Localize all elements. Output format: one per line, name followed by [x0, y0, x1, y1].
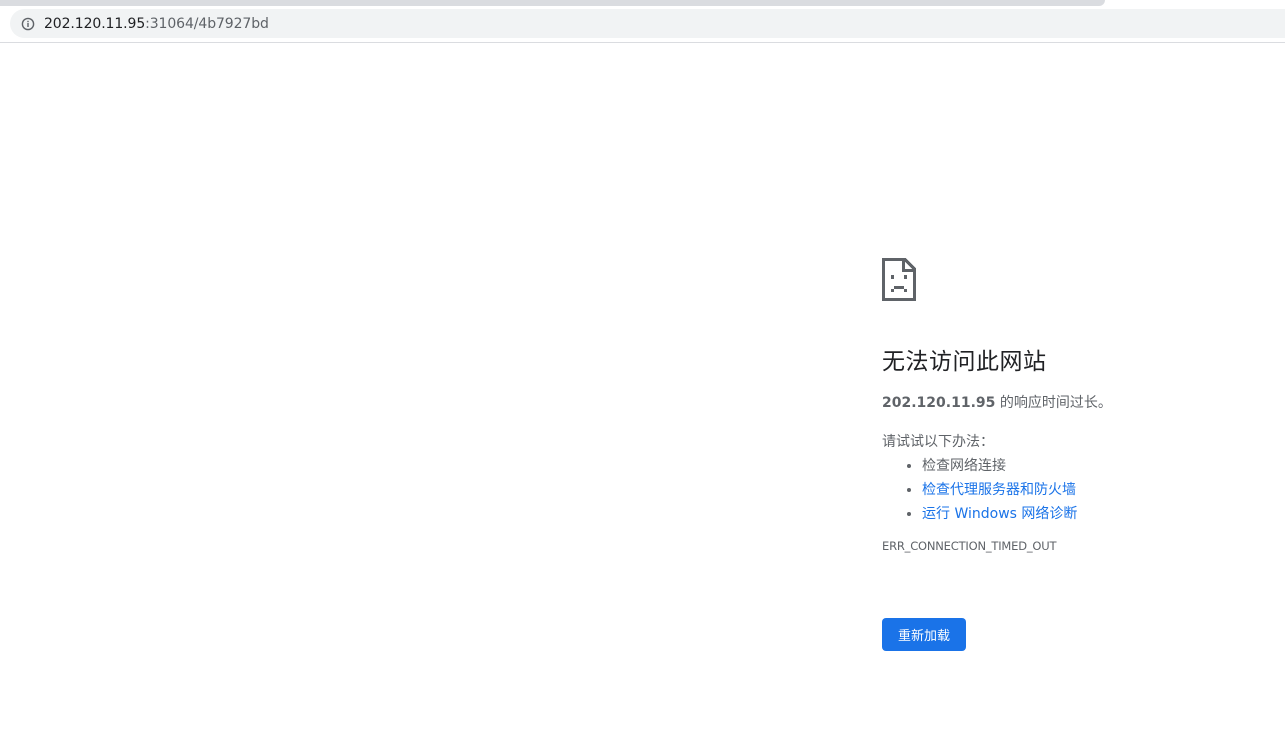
suggestions-title: 请试试以下办法：	[882, 434, 994, 450]
suggestion-label: 检查网络连接	[922, 458, 1006, 474]
url-path: :31064/4b7927bd	[145, 15, 269, 32]
error-headline: 无法访问此网站	[882, 349, 1047, 375]
check-proxy-link[interactable]: 检查代理服务器和防火墙	[922, 482, 1076, 498]
suggestions-list: 检查网络连接 检查代理服务器和防火墙 运行 Windows 网络诊断	[882, 456, 1262, 524]
error-message: 的响应时间过长。	[995, 395, 1112, 411]
suggestion-run-diagnostics[interactable]: 运行 Windows 网络诊断	[922, 504, 1262, 524]
address-bar[interactable]: 202.120.11.95:31064/4b7927bd	[10, 9, 1285, 38]
error-host: 202.120.11.95	[882, 395, 996, 411]
network-diagnostics-link[interactable]: 运行 Windows 网络诊断	[922, 506, 1077, 522]
url-text[interactable]: 202.120.11.95:31064/4b7927bd	[44, 16, 269, 32]
suggestion-check-proxy[interactable]: 检查代理服务器和防火墙	[922, 480, 1262, 500]
error-code: ERR_CONNECTION_TIMED_OUT	[882, 539, 1057, 553]
error-description: 202.120.11.95 的响应时间过长。	[882, 393, 1262, 413]
tab-bar	[0, 0, 1105, 6]
sad-page-icon	[882, 258, 916, 301]
tab-strip	[0, 0, 1285, 7]
suggestion-check-network: 检查网络连接	[922, 456, 1262, 476]
error-content: 无法访问此网站 202.120.11.95 的响应时间过长。 请试试以下办法： …	[882, 258, 1262, 553]
reload-button[interactable]: 重新加载	[882, 618, 966, 651]
toolbar-divider	[0, 42, 1285, 43]
info-icon[interactable]	[21, 17, 35, 31]
url-host: 202.120.11.95	[44, 15, 146, 32]
